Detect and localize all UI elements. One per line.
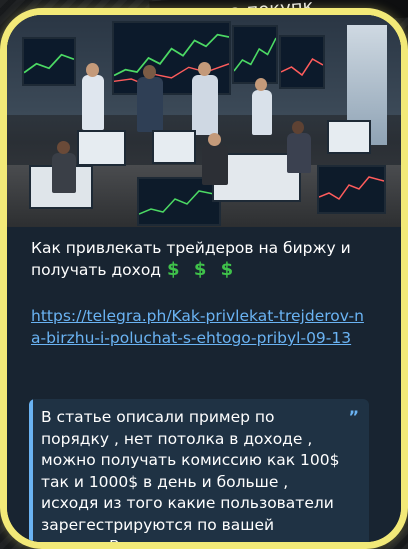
- article-link[interactable]: https://telegra.ph/Kak-privlekat-trejder…: [31, 305, 371, 349]
- dollar-emoji-icons: $ $ $: [167, 259, 238, 280]
- quote-block: ” В статье описали пример по порядку , н…: [29, 399, 369, 549]
- trader-figure: [252, 90, 272, 135]
- wall-screen-small: [232, 25, 278, 84]
- seated-trader-head: [57, 141, 70, 154]
- desk-monitor: [327, 120, 371, 154]
- trader-head: [143, 65, 156, 79]
- seated-trader: [52, 153, 76, 193]
- seated-trader-head: [292, 121, 304, 134]
- seated-trader: [287, 133, 311, 173]
- desk-monitor-chart-right: [317, 165, 386, 214]
- desk-monitor: [77, 130, 126, 166]
- desk-monitor: [152, 130, 196, 164]
- trader-head: [255, 78, 267, 91]
- message-card[interactable]: Как привлекать трейдеров на биржу и полу…: [7, 15, 401, 542]
- quote-text: В статье описали пример по порядку , нет…: [41, 408, 340, 549]
- trader-figure: [82, 75, 104, 130]
- post-title: Как привлекать трейдеров на биржу и полу…: [31, 237, 371, 281]
- post-image-trading-floor[interactable]: [7, 15, 401, 227]
- seated-trader: [202, 145, 228, 185]
- trader-figure: [192, 75, 218, 135]
- highlight-frame: Как привлекать трейдеров на биржу и полу…: [0, 8, 408, 549]
- trader-head: [198, 62, 211, 76]
- wall-screen-left: [22, 37, 76, 86]
- trader-figure: [137, 77, 163, 132]
- quote-bar: [29, 399, 33, 542]
- wall-screen-right: [279, 35, 325, 89]
- trader-head: [86, 63, 99, 77]
- seated-trader-head: [208, 133, 221, 146]
- quote-icon: ”: [348, 407, 359, 426]
